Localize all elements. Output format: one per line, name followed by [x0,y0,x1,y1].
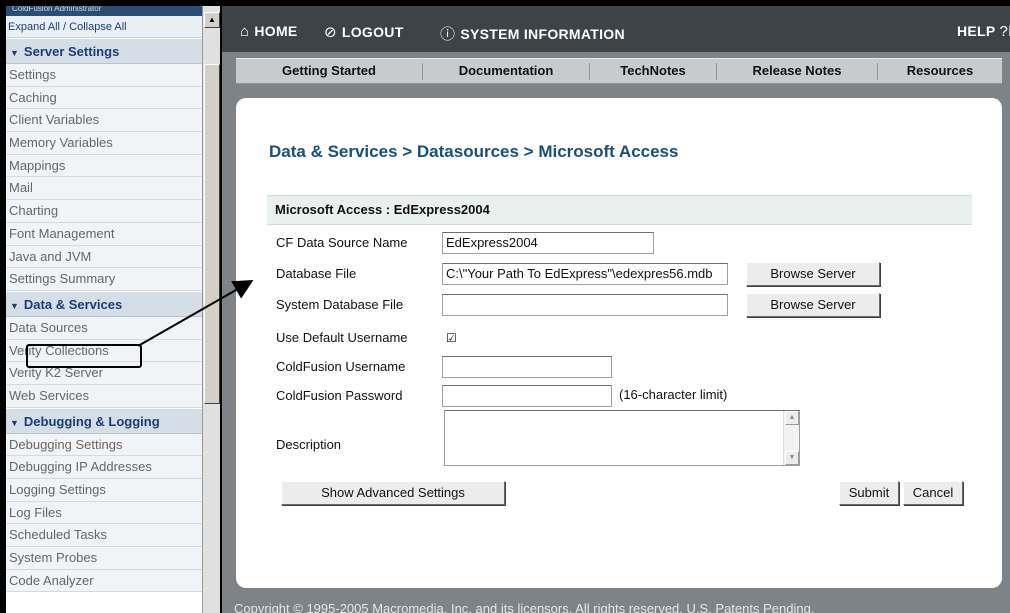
system-db-label: System Database File [276,297,404,312]
system-db-input[interactable] [442,294,728,316]
sidebar-item-java-jvm[interactable]: Java and JVM [6,245,202,269]
sidebar-item-debugging-ip[interactable]: Debugging IP Addresses [6,456,202,479]
sidebar-item-settings[interactable]: Settings [6,64,202,87]
tab-technotes[interactable]: TechNotes [590,59,716,83]
description-textarea[interactable]: ▲ ▼ [444,410,800,466]
app-window: ColdFusion Administrator Expand All / Co… [0,0,1010,613]
use-default-checkbox[interactable]: ☑ [446,332,458,344]
sidebar-title: ColdFusion Administrator [6,6,202,16]
sidebar-item-charting[interactable]: Charting [6,200,202,223]
home-icon: ⌂ [240,23,250,40]
sidebar-item-mail[interactable]: Mail [6,177,202,201]
username-input[interactable] [442,356,612,378]
content-panel: Data & Services > Datasources > Microsof… [236,98,1002,588]
home-link[interactable]: ⌂ HOME [240,23,298,40]
password-label: ColdFusion Password [276,388,403,403]
section-title: Server Settings [23,44,120,59]
description-scrollbar[interactable]: ▲ ▼ [783,411,799,465]
scroll-thumb[interactable] [204,64,220,404]
section-debugging-logging[interactable]: ▼ Debugging & Logging [6,407,202,434]
main-panel: ⌂HOME ⊘LOGOUT ⓘSYSTEM INFORMATION HELP?⃝… [222,6,1010,613]
top-navigation: ⌂HOME ⊘LOGOUT ⓘSYSTEM INFORMATION HELP?⃝ [222,6,1010,52]
copyright-footer: Copyright © 1995-2005 Macromedia, Inc. a… [234,601,815,613]
sidebar-item-scheduled-tasks[interactable]: Scheduled Tasks [6,524,202,548]
section-title: Data & Services [23,296,123,312]
show-advanced-button[interactable]: Show Advanced Settings [281,481,505,505]
sidebar-item-verity-collections[interactable]: Verity Collections [6,339,202,363]
sidebar-item-log-files[interactable]: Log Files [6,501,202,525]
sidebar-item-logging-settings[interactable]: Logging Settings [6,479,202,502]
info-icon: ⓘ [440,26,456,43]
scroll-up-icon[interactable]: ▲ [785,411,799,425]
sidebar-item-web-services[interactable]: Web Services [6,384,202,408]
triangle-down-icon: ▼ [10,48,19,58]
sidebar-item-debugging-settings[interactable]: Debugging Settings [6,433,202,457]
form-header: Microsoft Access : EdExpress2004 [267,195,972,225]
sidebar: ColdFusion Administrator Expand All / Co… [6,6,202,613]
browse-server-button-2[interactable]: Browse Server [746,293,880,317]
tab-getting-started[interactable]: Getting Started [236,59,422,83]
scroll-up-icon[interactable]: ▲ [204,12,220,28]
help-link[interactable]: HELP?⃝ [957,23,1010,40]
tab-bar: Getting Started Documentation TechNotes … [236,58,1002,84]
sidebar-item-font-management[interactable]: Font Management [6,222,202,246]
tab-resources[interactable]: Resources [878,59,1002,83]
page-title: Data & Services > Datasources > Microsof… [269,142,679,161]
logout-link[interactable]: ⊘ LOGOUT [324,23,404,41]
sidebar-item-caching[interactable]: Caching [6,86,202,110]
sidebar-item-system-probes[interactable]: System Probes [6,547,202,570]
sidebar-item-verity-k2[interactable]: Verity K2 Server [6,362,202,385]
logout-icon: ⊘ [324,24,337,41]
section-data-services[interactable]: ▼ Data & Services [6,290,202,317]
cf-datasource-input[interactable]: EdExpress2004 [442,232,654,254]
section-title: Debugging & Logging [23,413,160,429]
tab-documentation[interactable]: Documentation [423,59,589,83]
username-label: ColdFusion Username [276,359,406,374]
sidebar-item-mappings[interactable]: Mappings [6,154,202,178]
sidebar-item-code-analyzer[interactable]: Code Analyzer [6,569,202,593]
sidebar-item-memory-variables[interactable]: Memory Variables [6,132,202,155]
sidebar-item-data-sources[interactable]: Data Sources [6,316,202,340]
scroll-down-icon[interactable]: ▼ [785,451,799,465]
triangle-down-icon: ▼ [10,300,19,311]
expand-collapse-link[interactable]: Expand All / Collapse All [6,16,202,38]
system-info-link[interactable]: ⓘ SYSTEM INFORMATION [440,23,625,44]
sidebar-item-client-variables[interactable]: Client Variables [6,109,202,133]
cf-datasource-label: CF Data Source Name [276,235,408,250]
cancel-button[interactable]: Cancel [903,481,963,505]
tab-release-notes[interactable]: Release Notes [717,59,877,83]
help-icon: ?⃝ [1000,23,1010,40]
sidebar-scrollbar[interactable]: ▲ [202,6,220,613]
triangle-down-icon: ▼ [10,417,19,428]
database-file-input[interactable]: C:\"Your Path To EdExpress"\edexpres56.m… [442,263,728,285]
database-file-label: Database File [276,266,357,281]
section-server-settings[interactable]: ▼ Server Settings [6,38,202,64]
sidebar-item-settings-summary[interactable]: Settings Summary [6,268,202,291]
browse-server-button-1[interactable]: Browse Server [746,262,880,286]
password-input[interactable] [442,385,612,407]
password-hint: (16-character limit) [619,387,728,402]
use-default-label: Use Default Username [276,330,408,345]
submit-button[interactable]: Submit [839,481,899,505]
description-label: Description [276,437,342,452]
